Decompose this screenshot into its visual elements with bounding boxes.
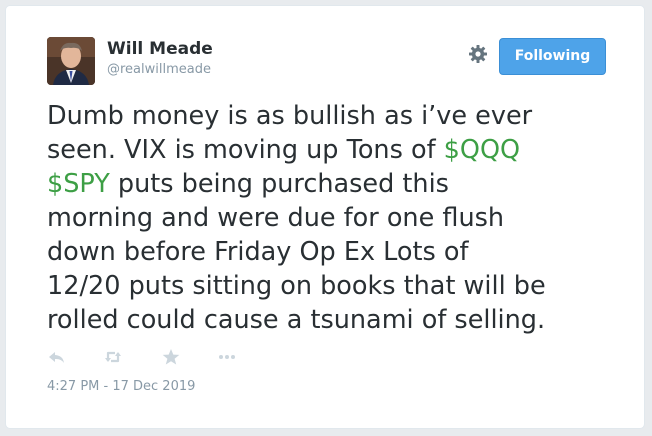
tweet-text-segment: Dumb money is as bullish as i’ve ever	[47, 101, 533, 131]
tweet-text: Dumb money is as bullish as i’ve ever see…	[47, 99, 627, 337]
tweet-timestamp[interactable]: 4:27 PM - 17 Dec 2019	[47, 379, 195, 394]
tweet-line: 12/20 puts sitting on books that will be	[47, 269, 627, 303]
avatar[interactable]	[47, 37, 95, 85]
tweet-line: $SPY puts being purchased this	[47, 167, 627, 201]
tweet-line: Dumb money is as bullish as i’ve ever	[47, 99, 627, 133]
user-handle[interactable]: @realwillmeade	[107, 62, 211, 77]
gear-icon[interactable]	[466, 42, 490, 66]
tweet-text-segment: 12/20 puts sitting on books that will be	[47, 271, 546, 301]
following-button[interactable]: Following	[499, 38, 606, 75]
cashtag-link[interactable]: $QQQ	[444, 135, 520, 165]
retweet-icon[interactable]	[102, 346, 124, 368]
like-star-icon[interactable]	[160, 346, 182, 368]
tweet-text-segment: seen. VIX is moving up Tons of	[47, 135, 444, 165]
reply-icon[interactable]	[46, 346, 68, 368]
tweet-text-segment: rolled could cause a tsunami of selling.	[47, 305, 546, 335]
tweet-line: rolled could cause a tsunami of selling.	[47, 303, 627, 337]
tweet-text-segment: morning and were due for one flush	[47, 203, 505, 233]
tweet-text-segment: puts being purchased this	[109, 169, 449, 199]
more-icon[interactable]	[216, 346, 238, 368]
user-name[interactable]: Will Meade	[107, 39, 213, 59]
tweet-text-segment: down before Friday Op Ex Lots of	[47, 237, 469, 267]
tweet-line: morning and were due for one flush	[47, 201, 627, 235]
cashtag-link[interactable]: $SPY	[47, 169, 110, 199]
tweet-card: Will Meade @realwillmeade Following Dumb…	[5, 5, 645, 429]
tweet-line: seen. VIX is moving up Tons of $QQQ	[47, 133, 627, 167]
tweet-line: down before Friday Op Ex Lots of	[47, 235, 627, 269]
